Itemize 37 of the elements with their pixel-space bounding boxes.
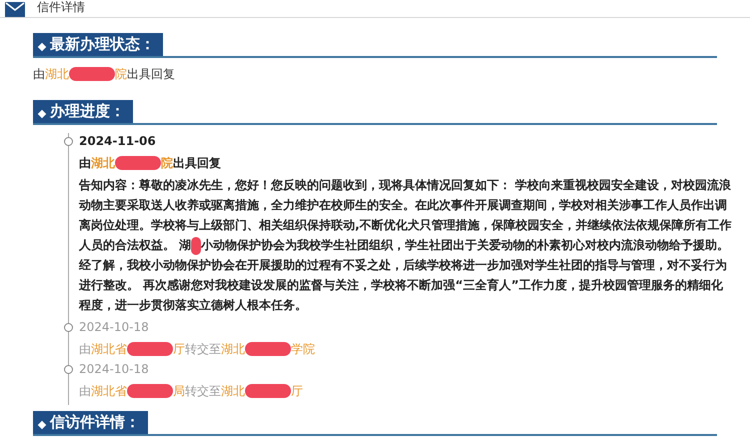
- organization-link[interactable]: 湖北: [45, 66, 69, 82]
- entry-text: 转交至: [185, 383, 221, 399]
- timeline-node: [64, 365, 73, 374]
- entry-text: 由: [79, 383, 91, 399]
- section-title: 最新办理状态：: [50, 35, 155, 54]
- section-title: 信访件详情：: [50, 413, 140, 432]
- redaction-mark: [69, 67, 115, 81]
- organization-link[interactable]: 湖北省: [91, 383, 127, 399]
- timeline-node: [64, 137, 73, 146]
- organization-link[interactable]: 厅: [291, 383, 303, 399]
- organization-link[interactable]: 厅: [173, 341, 185, 357]
- organization-link[interactable]: 湖北省: [91, 341, 127, 357]
- redaction-mark: [127, 342, 173, 356]
- organization-link[interactable]: 院: [161, 155, 173, 171]
- entry-text: 出具回复: [173, 155, 221, 171]
- timeline-node: [64, 323, 73, 332]
- entry-date: 2024-11-06: [79, 133, 157, 149]
- redaction-mark: [245, 342, 291, 356]
- organization-link[interactable]: 院: [115, 66, 127, 82]
- section-title: 办理进度：: [50, 102, 125, 121]
- status-text: 由: [33, 66, 45, 82]
- entry-text: 由: [79, 155, 91, 171]
- entry-date: 2024-10-18: [79, 361, 150, 377]
- organization-link[interactable]: 湖北: [221, 383, 245, 399]
- organization-link[interactable]: 湖北: [91, 155, 115, 171]
- entry-text: 转交至: [185, 341, 221, 357]
- entry-text: 由: [79, 341, 91, 357]
- organization-link[interactable]: 局: [173, 383, 185, 399]
- entry-date: 2024-10-18: [79, 319, 150, 335]
- organization-link[interactable]: 学院: [291, 341, 315, 357]
- redaction-mark: [115, 156, 161, 170]
- redaction-mark: [127, 384, 173, 398]
- tab-title: 信件详情: [37, 0, 85, 14]
- organization-link[interactable]: 湖北: [221, 341, 245, 357]
- status-text: 出具回复: [127, 66, 175, 82]
- redaction-mark: [245, 384, 291, 398]
- reply-text: 告知内容：尊敬的凌冰先生，您好！您反映的问题收到，现将具体情况回复如下： 学校向来重视校园安全建设，对校园流浪动物主要采取送人收养或驱离措施，全力维护在校师生的安全。在此次事件开展调查期间，学校对相关涉事工作人员作出调离岗位处理。学校将与上级部门、相关组织保持联动,不断优化犬只管理措施，保障校园安全，并继续依法依规保障所有工作人员的合法权益。 湖 小动物保护协会为我校学生社团组织，学生社团出于关爱动物的朴素初心对校内流浪动物给予援助。经了解，我校小动物保护协会在开展援助的过程有不妥之处，后续学校将进一步加强对学生社团的指导与管理，对不妥行为进行整改。 再次感谢您对我校建设发展的监督与关注，学校将不断加强“三全育人”工作力度，提升校园管理服务的精细化程度，进一步贯彻落实立德树人根本任务。: [79, 177, 733, 314]
